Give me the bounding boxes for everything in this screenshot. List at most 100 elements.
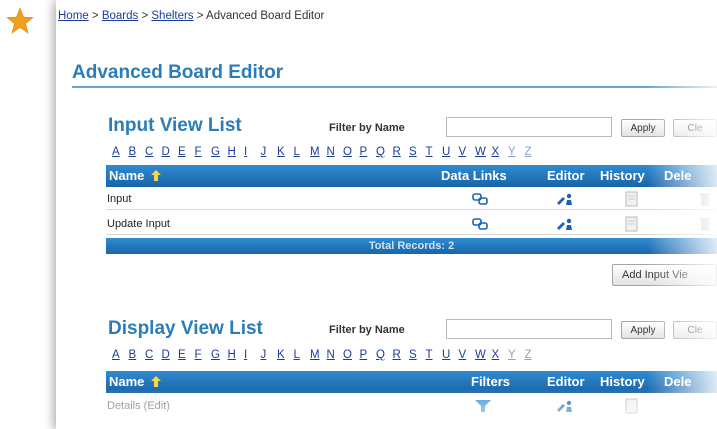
editor-icon[interactable] [556, 191, 574, 207]
letter-link-k[interactable]: K [277, 146, 294, 158]
letter-link-m[interactable]: M [310, 146, 327, 158]
letter-link-j[interactable]: J [261, 349, 278, 361]
column-name-header[interactable]: Name [109, 374, 162, 389]
letter-link-y[interactable]: Y [508, 146, 525, 158]
letter-link-e[interactable]: E [178, 146, 195, 158]
add-input-view-button[interactable]: Add Input Vie [612, 264, 717, 286]
input-apply-button[interactable]: Apply [621, 119, 665, 137]
letter-link-c[interactable]: C [145, 146, 162, 158]
input-alphabet-filter: ABCDEFGHIJKLMNOPQRSTUVWXYZ [112, 146, 541, 158]
letter-link-q[interactable]: Q [376, 146, 393, 158]
letter-link-d[interactable]: D [162, 349, 179, 361]
letter-link-w[interactable]: W [475, 146, 492, 158]
page-panel: Home > Boards > Shelters > Advanced Boar… [56, 0, 717, 429]
column-name-label: Name [109, 168, 145, 183]
row-name[interactable]: Details (Edit) [107, 400, 170, 412]
title-divider [72, 86, 717, 88]
letter-link-w[interactable]: W [475, 349, 492, 361]
letter-link-h[interactable]: H [228, 146, 245, 158]
breadcrumb-separator: > [91, 10, 99, 22]
letter-link-t[interactable]: T [426, 146, 443, 158]
letter-link-v[interactable]: V [459, 146, 476, 158]
letter-link-x[interactable]: X [492, 146, 509, 158]
column-delete-header: Dele [664, 168, 692, 183]
letter-link-j[interactable]: J [261, 146, 278, 158]
letter-link-g[interactable]: G [211, 146, 228, 158]
row-name: Update Input [107, 218, 170, 230]
letter-link-h[interactable]: H [228, 349, 245, 361]
letter-link-n[interactable]: N [327, 349, 344, 361]
letter-link-n[interactable]: N [327, 146, 344, 158]
letter-link-i[interactable]: I [244, 349, 261, 361]
letter-link-a[interactable]: A [112, 349, 129, 361]
table-row: Update Input [106, 213, 717, 235]
letter-link-o[interactable]: O [343, 349, 360, 361]
letter-link-i[interactable]: I [244, 146, 261, 158]
column-editor-header: Editor [547, 168, 585, 183]
letter-link-m[interactable]: M [310, 349, 327, 361]
letter-link-b[interactable]: B [129, 349, 146, 361]
letter-link-y[interactable]: Y [508, 349, 525, 361]
letter-link-a[interactable]: A [112, 146, 129, 158]
sort-up-arrow-icon[interactable] [151, 170, 162, 181]
column-delete-header: Dele [664, 374, 692, 389]
letter-link-s[interactable]: S [409, 146, 426, 158]
column-filters-header: Filters [471, 374, 511, 389]
display-clear-button[interactable]: Cle [673, 321, 717, 339]
letter-link-z[interactable]: Z [525, 349, 542, 361]
input-filter-label: Filter by Name [329, 122, 405, 134]
delete-icon[interactable] [696, 191, 714, 207]
editor-icon[interactable] [556, 398, 574, 414]
data-links-icon[interactable] [471, 216, 489, 232]
editor-icon[interactable] [556, 216, 574, 232]
column-history-header: History [600, 168, 645, 183]
data-links-icon[interactable] [471, 191, 489, 207]
letter-link-b[interactable]: B [129, 146, 146, 158]
column-name-header[interactable]: Name [109, 168, 162, 183]
letter-link-z[interactable]: Z [525, 146, 542, 158]
breadcrumb-home-link[interactable]: Home [58, 10, 89, 22]
star-logo-icon [6, 7, 34, 34]
letter-link-x[interactable]: X [492, 349, 509, 361]
breadcrumb-boards-link[interactable]: Boards [102, 10, 138, 22]
letter-link-p[interactable]: P [360, 349, 377, 361]
breadcrumb-separator: > [141, 10, 149, 22]
letter-link-r[interactable]: R [393, 349, 410, 361]
breadcrumb-shelters-link[interactable]: Shelters [151, 10, 193, 22]
letter-link-e[interactable]: E [178, 349, 195, 361]
input-clear-button[interactable]: Cle [673, 119, 717, 137]
input-grid-header: Name Data Links Editor History Dele [106, 165, 717, 187]
letter-link-u[interactable]: U [442, 146, 459, 158]
letter-link-p[interactable]: P [360, 146, 377, 158]
letter-link-u[interactable]: U [442, 349, 459, 361]
input-filter-field[interactable] [446, 117, 612, 137]
letter-link-f[interactable]: F [195, 349, 212, 361]
letter-link-c[interactable]: C [145, 349, 162, 361]
column-name-label: Name [109, 374, 145, 389]
display-apply-button[interactable]: Apply [621, 321, 665, 339]
history-icon[interactable] [623, 216, 641, 232]
table-row: Details (Edit) [106, 395, 717, 417]
sort-up-arrow-icon[interactable] [151, 376, 162, 387]
letter-link-d[interactable]: D [162, 146, 179, 158]
table-row: Input [106, 188, 717, 210]
delete-icon[interactable] [696, 216, 714, 232]
column-history-header: History [600, 374, 645, 389]
letter-link-k[interactable]: K [277, 349, 294, 361]
letter-link-o[interactable]: O [343, 146, 360, 158]
letter-link-t[interactable]: T [426, 349, 443, 361]
history-icon[interactable] [623, 398, 641, 414]
filter-funnel-icon[interactable] [474, 398, 492, 414]
history-icon[interactable] [623, 191, 641, 207]
letter-link-l[interactable]: L [294, 349, 311, 361]
column-editor-header: Editor [547, 374, 585, 389]
letter-link-v[interactable]: V [459, 349, 476, 361]
letter-link-g[interactable]: G [211, 349, 228, 361]
letter-link-r[interactable]: R [393, 146, 410, 158]
letter-link-q[interactable]: Q [376, 349, 393, 361]
letter-link-f[interactable]: F [195, 146, 212, 158]
breadcrumb-current: Advanced Board Editor [206, 10, 325, 22]
letter-link-l[interactable]: L [294, 146, 311, 158]
display-filter-field[interactable] [446, 319, 612, 339]
letter-link-s[interactable]: S [409, 349, 426, 361]
